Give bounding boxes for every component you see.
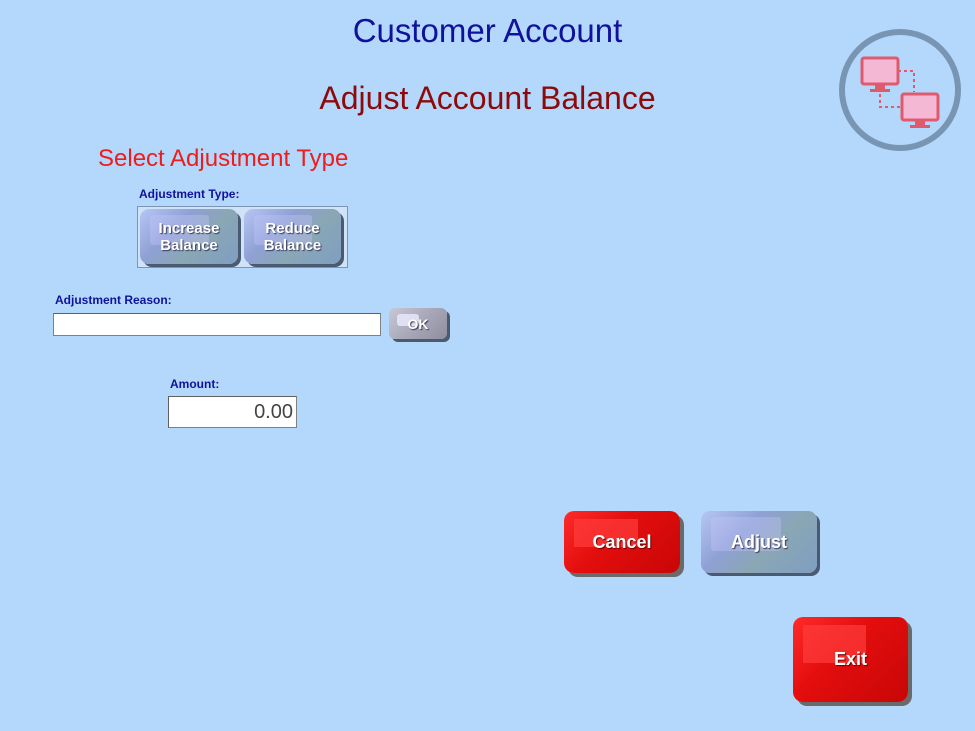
exit-button-label: Exit [833, 649, 867, 669]
network-computers-icon [838, 28, 962, 152]
adjustment-type-label: Adjustment Type: [139, 187, 240, 201]
exit-button[interactable]: Exit [793, 617, 908, 702]
adjust-button[interactable]: Adjust [701, 511, 817, 573]
adjustment-reason-label: Adjustment Reason: [55, 293, 172, 307]
ok-button-label: OK [407, 315, 429, 332]
reduce-balance-button[interactable]: Reduce Balance [244, 209, 341, 264]
cancel-button-label: Cancel [592, 531, 652, 552]
adjustment-type-group: Increase Balance Reduce Balance [137, 206, 348, 268]
increase-balance-label: Increase Balance [159, 220, 220, 254]
adjustment-reason-input[interactable] [53, 313, 381, 336]
page-title: Customer Account [352, 12, 623, 49]
reduce-label-line1: Reduce [265, 219, 320, 237]
adjust-button-label: Adjust [731, 531, 787, 552]
section-heading: Select Adjustment Type [98, 145, 349, 172]
increase-balance-button[interactable]: Increase Balance [140, 209, 238, 264]
increase-label-line1: Increase [158, 219, 220, 237]
reduce-label-line2: Balance [263, 236, 322, 254]
increase-label-line2: Balance [160, 236, 218, 254]
reduce-balance-label: Reduce Balance [264, 220, 322, 254]
page-subtitle: Adjust Account Balance [319, 80, 656, 116]
amount-input[interactable] [168, 396, 297, 428]
ok-button[interactable]: OK [389, 308, 447, 339]
cancel-button[interactable]: Cancel [564, 511, 680, 573]
amount-label: Amount: [170, 377, 220, 391]
